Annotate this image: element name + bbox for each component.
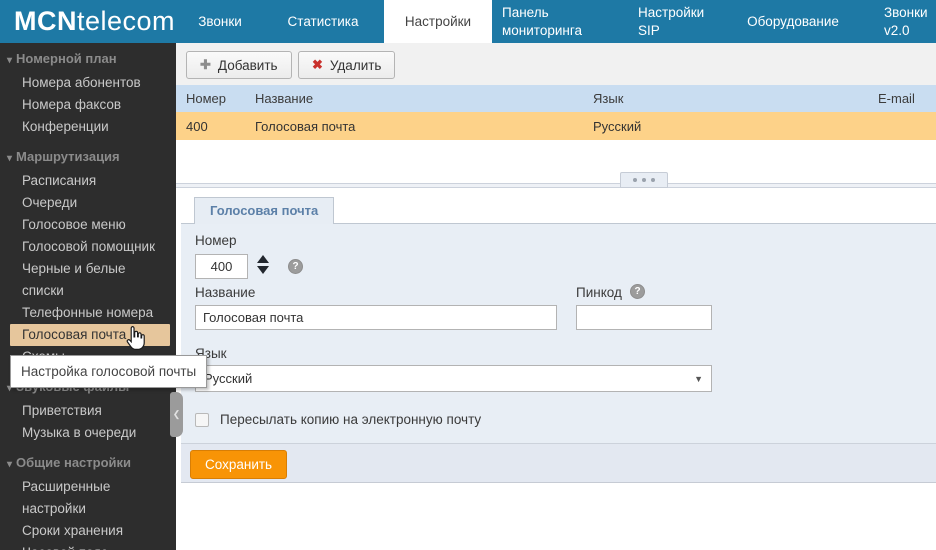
chevron-down-icon: ▼ [694,374,703,384]
row-cell-language: Русский [593,119,878,134]
pin-help-icon[interactable]: ? [630,284,645,299]
sidebar-item-voicemail[interactable]: Голосовая почта [10,324,170,346]
row-cell-name: Голосовая почта [255,119,593,134]
main-content: ✚ Добавить ✖ Удалить Номер Название Язык… [176,43,936,550]
sidebar-item-voice-menu[interactable]: Голосовое меню [0,214,176,236]
add-button[interactable]: ✚ Добавить [186,51,292,79]
header-cell-language: Язык [593,91,878,106]
plus-icon: ✚ [200,57,211,73]
sidebar-item-black-white-lists[interactable]: Черные и белые списки [0,258,176,302]
number-label: Номер [195,233,237,248]
name-input[interactable] [195,305,557,330]
table-row[interactable]: 400 Голосовая почта Русский [176,112,936,140]
sidebar-section-general-settings[interactable]: ▾ Общие настройки [0,452,176,476]
sidebar-item-queues[interactable]: Очереди [0,192,176,214]
add-button-label: Добавить [218,58,278,73]
sidebar-item-subscriber-numbers[interactable]: Номера абонентов [0,72,176,94]
sidebar-item-retention-periods[interactable]: Сроки хранения [0,520,176,542]
sidebar-section-label: Маршрутизация [16,149,120,164]
nav-tab-sip-settings[interactable]: Настройки SIP [638,0,720,43]
brand-logo[interactable]: MCNtelecom [14,0,175,43]
menu-tooltip: Настройка голосовой почты [10,355,207,388]
dot-icon [633,178,637,182]
sidebar-item-advanced-settings[interactable]: Расширенные настройки [0,476,176,520]
forward-copy-label: Пересылать копию на электронную почту [220,412,481,427]
sidebar-menu: ▾ Номерной план Номера абонентовНомера фак… [0,43,176,550]
delete-button-label: Удалить [330,58,382,73]
chevron-left-icon: ❮ [173,409,181,420]
sidebar-item-schedules[interactable]: Расписания [0,170,176,192]
sidebar-section-label: Общие настройки [16,455,131,470]
toolbar: ✚ Добавить ✖ Удалить [176,43,936,85]
sidebar-collapse-handle[interactable]: ❮ [170,392,183,437]
sidebar-section-label: Номерной план [16,51,117,66]
form-footer: Сохранить [181,443,936,483]
stepper-up-icon[interactable] [257,255,269,263]
chevron-down-icon: ▾ [7,55,12,66]
delete-x-icon: ✖ [312,57,323,73]
chevron-down-icon: ▾ [7,153,12,164]
save-button[interactable]: Сохранить [190,450,287,479]
brand-logo-bold: MCN [14,6,77,37]
name-label: Название [195,285,255,300]
header-cell-email: E-mail [878,91,936,106]
number-input[interactable] [195,254,248,279]
nav-tab-calls-v2[interactable]: Звонки v2.0 [884,0,936,43]
pin-input[interactable] [576,305,712,330]
nav-tab-settings[interactable]: Настройки [384,0,492,43]
nav-tab-monitoring-panel[interactable]: Панель мониторинга [502,0,598,43]
delete-button[interactable]: ✖ Удалить [298,51,395,79]
number-help-icon[interactable]: ? [288,259,303,274]
sidebar-item-phone-numbers[interactable]: Телефонные номера [0,302,176,324]
brand-logo-rest: telecom [77,6,175,37]
pin-label: Пинкод [576,285,622,300]
sidebar-item-conferences[interactable]: Конференции [0,116,176,138]
dot-icon [651,178,655,182]
chevron-down-icon: ▾ [7,459,12,470]
voicemail-form-panel: Номер ? Название Пинкод ? Язык Русский ▼… [181,223,936,443]
dot-icon [642,178,646,182]
nav-tab-statistics[interactable]: Статистика [278,0,368,43]
sidebar-section-routing[interactable]: ▾ Маршрутизация [0,146,176,170]
nav-tab-calls[interactable]: Звонки [188,0,252,43]
sidebar-item-greetings[interactable]: Приветствия [0,400,176,422]
nav-tab-equipment[interactable]: Оборудование [740,0,846,43]
tab-voicemail[interactable]: Голосовая почта [194,197,334,224]
forward-copy-checkbox[interactable] [195,413,209,427]
row-cell-number: 400 [186,119,255,134]
horizontal-splitter[interactable] [176,183,936,188]
language-select-value: Русский [204,371,252,386]
table-header: Номер Название Язык E-mail [176,85,936,112]
header-cell-name: Название [255,91,593,106]
header-cell-number: Номер [186,91,255,106]
splitter-drag-handle[interactable] [620,172,668,188]
sidebar-section-numbering-plan[interactable]: ▾ Номерной план [0,48,176,72]
sidebar-item-timezone[interactable]: Часовой пояс [0,542,176,550]
sidebar-item-fax-numbers[interactable]: Номера факсов [0,94,176,116]
stepper-down-icon[interactable] [257,266,269,274]
top-navbar: MCNtelecom Звонки Статистика Настройки П… [0,0,936,43]
sidebar-item-queue-music[interactable]: Музыка в очереди [0,422,176,444]
language-select[interactable]: Русский ▼ [195,365,712,392]
number-stepper[interactable] [257,255,269,274]
sidebar-item-voice-assistant[interactable]: Голосовой помощник [0,236,176,258]
